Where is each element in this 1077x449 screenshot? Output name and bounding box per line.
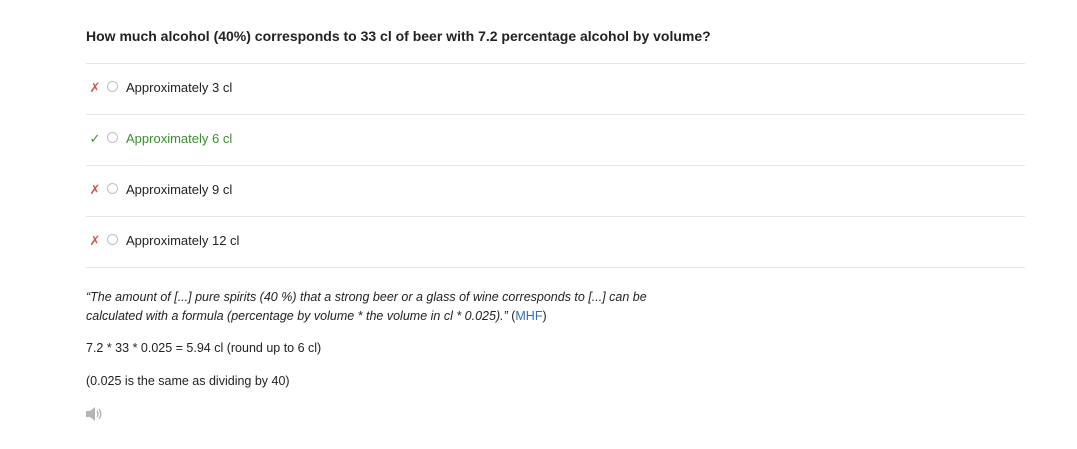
wrong-mark-icon: ✗ [89, 80, 101, 95]
source-link[interactable]: MHF [515, 309, 542, 323]
answer-option-4[interactable]: ✗ Approximately 12 cl [86, 216, 1025, 268]
wrong-mark-icon: ✗ [89, 233, 101, 248]
answer-option-label: Approximately 9 cl [126, 182, 233, 197]
quote-line-1: “The amount of [...] pure spirits (40 %)… [86, 290, 647, 304]
calculation-text: 7.2 * 33 * 0.025 = 5.94 cl (round up to … [86, 341, 322, 355]
radio-button[interactable] [107, 234, 118, 245]
answer-options: ✗ Approximately 3 cl ✓ Approximately 6 c… [86, 63, 1025, 268]
answer-option-2[interactable]: ✓ Approximately 6 cl [86, 114, 1025, 165]
speaker-icon[interactable] [85, 406, 103, 422]
source-close-paren: ) [542, 309, 547, 323]
quiz-question: How much alcohol (40%) corresponds to 33… [86, 28, 711, 44]
explanation-note: (0.025 is the same as dividing by 40) [86, 374, 290, 388]
radio-button[interactable] [107, 132, 118, 143]
quote-line-2: calculated with a formula (percentage by… [86, 309, 508, 323]
radio-button[interactable] [107, 81, 118, 92]
answer-option-1[interactable]: ✗ Approximately 3 cl [86, 63, 1025, 114]
answer-option-label: Approximately 12 cl [126, 233, 240, 248]
answer-option-label: Approximately 6 cl [126, 131, 233, 146]
correct-mark-icon: ✓ [89, 131, 101, 146]
answer-option-3[interactable]: ✗ Approximately 9 cl [86, 165, 1025, 216]
radio-button[interactable] [107, 183, 118, 194]
explanation-quote: “The amount of [...] pure spirits (40 %)… [86, 288, 726, 326]
wrong-mark-icon: ✗ [89, 182, 101, 197]
answer-option-label: Approximately 3 cl [126, 80, 233, 95]
